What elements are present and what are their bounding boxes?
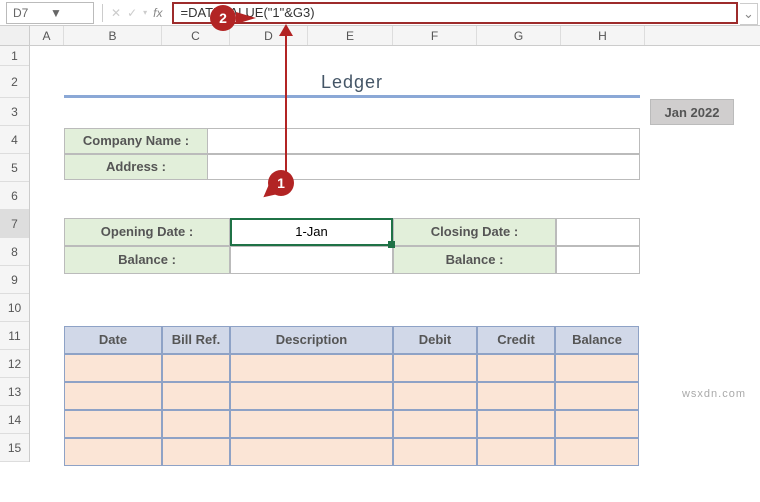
month-cell[interactable]: Jan 2022 bbox=[650, 99, 734, 125]
separator bbox=[102, 4, 103, 22]
fx-icon[interactable]: fx bbox=[153, 6, 162, 20]
enter-icon[interactable]: ✓ bbox=[127, 6, 137, 20]
name-box-value: D7 bbox=[13, 6, 50, 20]
company-row: Company Name : bbox=[64, 128, 640, 154]
row-header-11[interactable]: 11 bbox=[0, 322, 29, 350]
row-header-3[interactable]: 3 bbox=[0, 98, 29, 126]
balance-right-value[interactable] bbox=[556, 246, 640, 274]
table-row bbox=[64, 410, 640, 438]
row-header-10[interactable]: 10 bbox=[0, 294, 29, 322]
row-header-13[interactable]: 13 bbox=[0, 378, 29, 406]
row-header-9[interactable]: 9 bbox=[0, 266, 29, 294]
balance-row: Balance : Balance : bbox=[64, 246, 640, 274]
formula-bar-row: D7 ▼ ✕ ✓ ▾ fx =DATEVALUE("1"&G3) ⌄ bbox=[0, 0, 760, 26]
active-cell-value: 1-Jan bbox=[295, 224, 328, 239]
row-header-7[interactable]: 7 bbox=[0, 210, 29, 238]
company-name-label: Company Name : bbox=[64, 128, 208, 154]
col-header-b[interactable]: B bbox=[64, 26, 162, 45]
sheet-area[interactable]: Ledger Jan 2022 Company Name : Address :… bbox=[30, 46, 760, 462]
closing-date-value[interactable] bbox=[556, 218, 640, 246]
name-box-dropdown-icon[interactable]: ▼ bbox=[50, 6, 87, 20]
table-row bbox=[64, 438, 640, 466]
col-header-d[interactable]: D bbox=[230, 26, 308, 45]
expand-formula-icon[interactable]: ⌄ bbox=[740, 3, 758, 25]
column-headers: A B C D E F G H bbox=[0, 26, 760, 46]
opening-date-label: Opening Date : bbox=[64, 218, 230, 246]
row-header-15[interactable]: 15 bbox=[0, 434, 29, 462]
balance-left-value[interactable] bbox=[230, 246, 393, 274]
col-header-h[interactable]: H bbox=[561, 26, 645, 45]
spreadsheet-grid: A B C D E F G H 1 2 3 4 5 6 7 8 9 10 11 … bbox=[0, 26, 760, 462]
table-header-row: Date Bill Ref. Description Debit Credit … bbox=[64, 326, 640, 354]
row-header-8[interactable]: 8 bbox=[0, 238, 29, 266]
callout-2: 2 bbox=[210, 5, 236, 31]
row-header-2[interactable]: 2 bbox=[0, 66, 29, 98]
th-debit[interactable]: Debit bbox=[393, 326, 477, 354]
closing-date-label: Closing Date : bbox=[393, 218, 556, 246]
address-label: Address : bbox=[64, 154, 208, 180]
col-header-f[interactable]: F bbox=[393, 26, 477, 45]
active-cell-d7[interactable]: 1-Jan bbox=[230, 218, 393, 246]
th-credit[interactable]: Credit bbox=[477, 326, 555, 354]
th-balance[interactable]: Balance bbox=[555, 326, 639, 354]
col-header-e[interactable]: E bbox=[308, 26, 393, 45]
col-header-a[interactable]: A bbox=[30, 26, 64, 45]
callout-1: 1 bbox=[268, 170, 294, 196]
th-bill[interactable]: Bill Ref. bbox=[162, 326, 230, 354]
cancel-icon[interactable]: ✕ bbox=[111, 6, 121, 20]
row-header-14[interactable]: 14 bbox=[0, 406, 29, 434]
row-header-5[interactable]: 5 bbox=[0, 154, 29, 182]
watermark: wsxdn.com bbox=[682, 388, 746, 400]
row-header-4[interactable]: 4 bbox=[0, 126, 29, 154]
ledger-table: Date Bill Ref. Description Debit Credit … bbox=[64, 326, 640, 466]
select-all-triangle[interactable] bbox=[0, 26, 30, 45]
company-name-value[interactable] bbox=[208, 128, 640, 154]
name-box[interactable]: D7 ▼ bbox=[6, 2, 94, 24]
table-row bbox=[64, 354, 640, 382]
balance-left-label: Balance : bbox=[64, 246, 230, 274]
col-header-g[interactable]: G bbox=[477, 26, 561, 45]
row-header-1[interactable]: 1 bbox=[0, 46, 29, 66]
address-row: Address : bbox=[64, 154, 640, 180]
table-row bbox=[64, 382, 640, 410]
row-header-6[interactable]: 6 bbox=[0, 182, 29, 210]
balance-right-label: Balance : bbox=[393, 246, 556, 274]
row-headers: 1 2 3 4 5 6 7 8 9 10 11 12 13 14 15 bbox=[0, 46, 30, 462]
fill-handle[interactable] bbox=[388, 241, 395, 248]
row-header-12[interactable]: 12 bbox=[0, 350, 29, 378]
th-date[interactable]: Date bbox=[64, 326, 162, 354]
formula-input[interactable]: =DATEVALUE("1"&G3) ⌄ bbox=[172, 2, 738, 24]
ledger-title: Ledger bbox=[64, 66, 640, 98]
chevron-down-icon[interactable]: ▾ bbox=[143, 8, 147, 17]
annotation-arrow-line bbox=[285, 30, 287, 192]
th-description[interactable]: Description bbox=[230, 326, 393, 354]
annotation-arrow-head-icon bbox=[279, 24, 293, 36]
